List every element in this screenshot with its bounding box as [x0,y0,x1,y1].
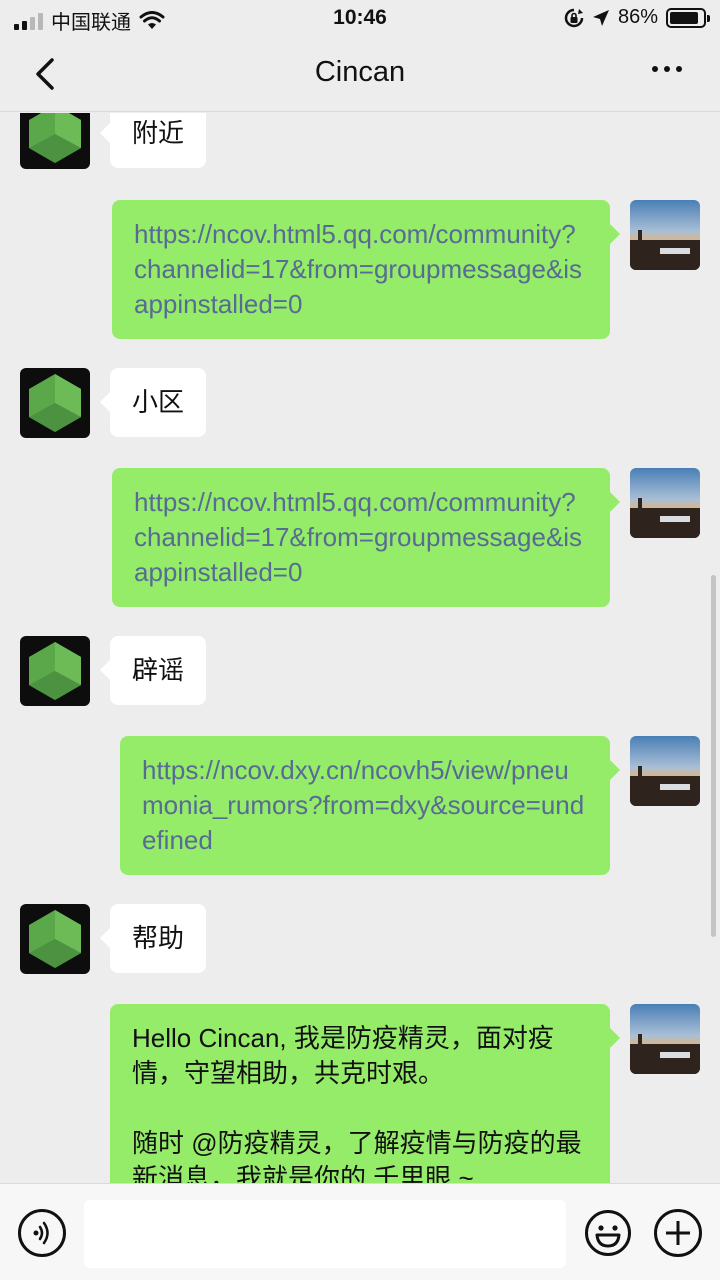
message-input[interactable] [84,1200,566,1268]
chat-title: Cincan [314,56,406,88]
hexagon-logo-icon [29,642,81,700]
bot-avatar[interactable] [20,904,90,974]
message-bubble[interactable]: https://ncov.html5.qq.com/community?chan… [112,200,620,339]
battery-icon [666,7,710,28]
more-dot-icon [664,66,670,72]
message-bubble[interactable]: https://ncov.dxy.cn/ncovh5/view/pneumoni… [120,736,620,875]
user-avatar[interactable] [630,200,700,270]
more-button[interactable] [652,66,682,72]
message-bubble[interactable]: https://ncov.html5.qq.com/community?chan… [112,468,620,607]
emoji-icon [585,1210,631,1256]
status-bar: 中国联通 10:46 86% [0,0,720,36]
message-bubble[interactable]: 帮助 [99,904,207,973]
location-icon [592,9,609,26]
chat-area[interactable]: 附近 https://ncov.html5.qq.com/community?c… [0,113,720,1183]
bot-avatar[interactable] [20,636,90,706]
scrollbar[interactable] [711,575,716,937]
message-bubble[interactable]: 辟谣 [99,636,207,705]
message-bubble[interactable]: 小区 [99,368,207,437]
message-bubble[interactable]: 附近 [99,113,207,168]
emoji-button[interactable] [584,1209,632,1257]
user-avatar[interactable] [630,736,700,806]
hexagon-logo-icon [29,910,81,968]
more-dot-icon [652,66,658,72]
user-avatar[interactable] [630,1004,700,1074]
hexagon-logo-icon [29,113,81,163]
input-bar [0,1183,720,1280]
hexagon-logo-icon [29,374,81,432]
user-photo-icon [630,736,700,806]
user-avatar[interactable] [630,468,700,538]
bot-avatar[interactable] [20,113,90,169]
user-photo-icon [630,200,700,270]
voice-icon [33,1221,49,1245]
battery-percent: 86% [617,6,658,28]
orientation-lock-icon [564,8,584,27]
add-button[interactable] [654,1209,702,1257]
message-bubble[interactable]: Hello Cincan, 我是防疫精灵，面对疫情，守望相助，共克时艰。 随时 … [110,1004,620,1183]
voice-button[interactable] [18,1209,66,1257]
user-photo-icon [630,1004,700,1074]
nav-bar: Cincan [0,36,720,112]
user-photo-icon [630,468,700,538]
bot-avatar[interactable] [20,368,90,438]
more-dot-icon [676,66,682,72]
